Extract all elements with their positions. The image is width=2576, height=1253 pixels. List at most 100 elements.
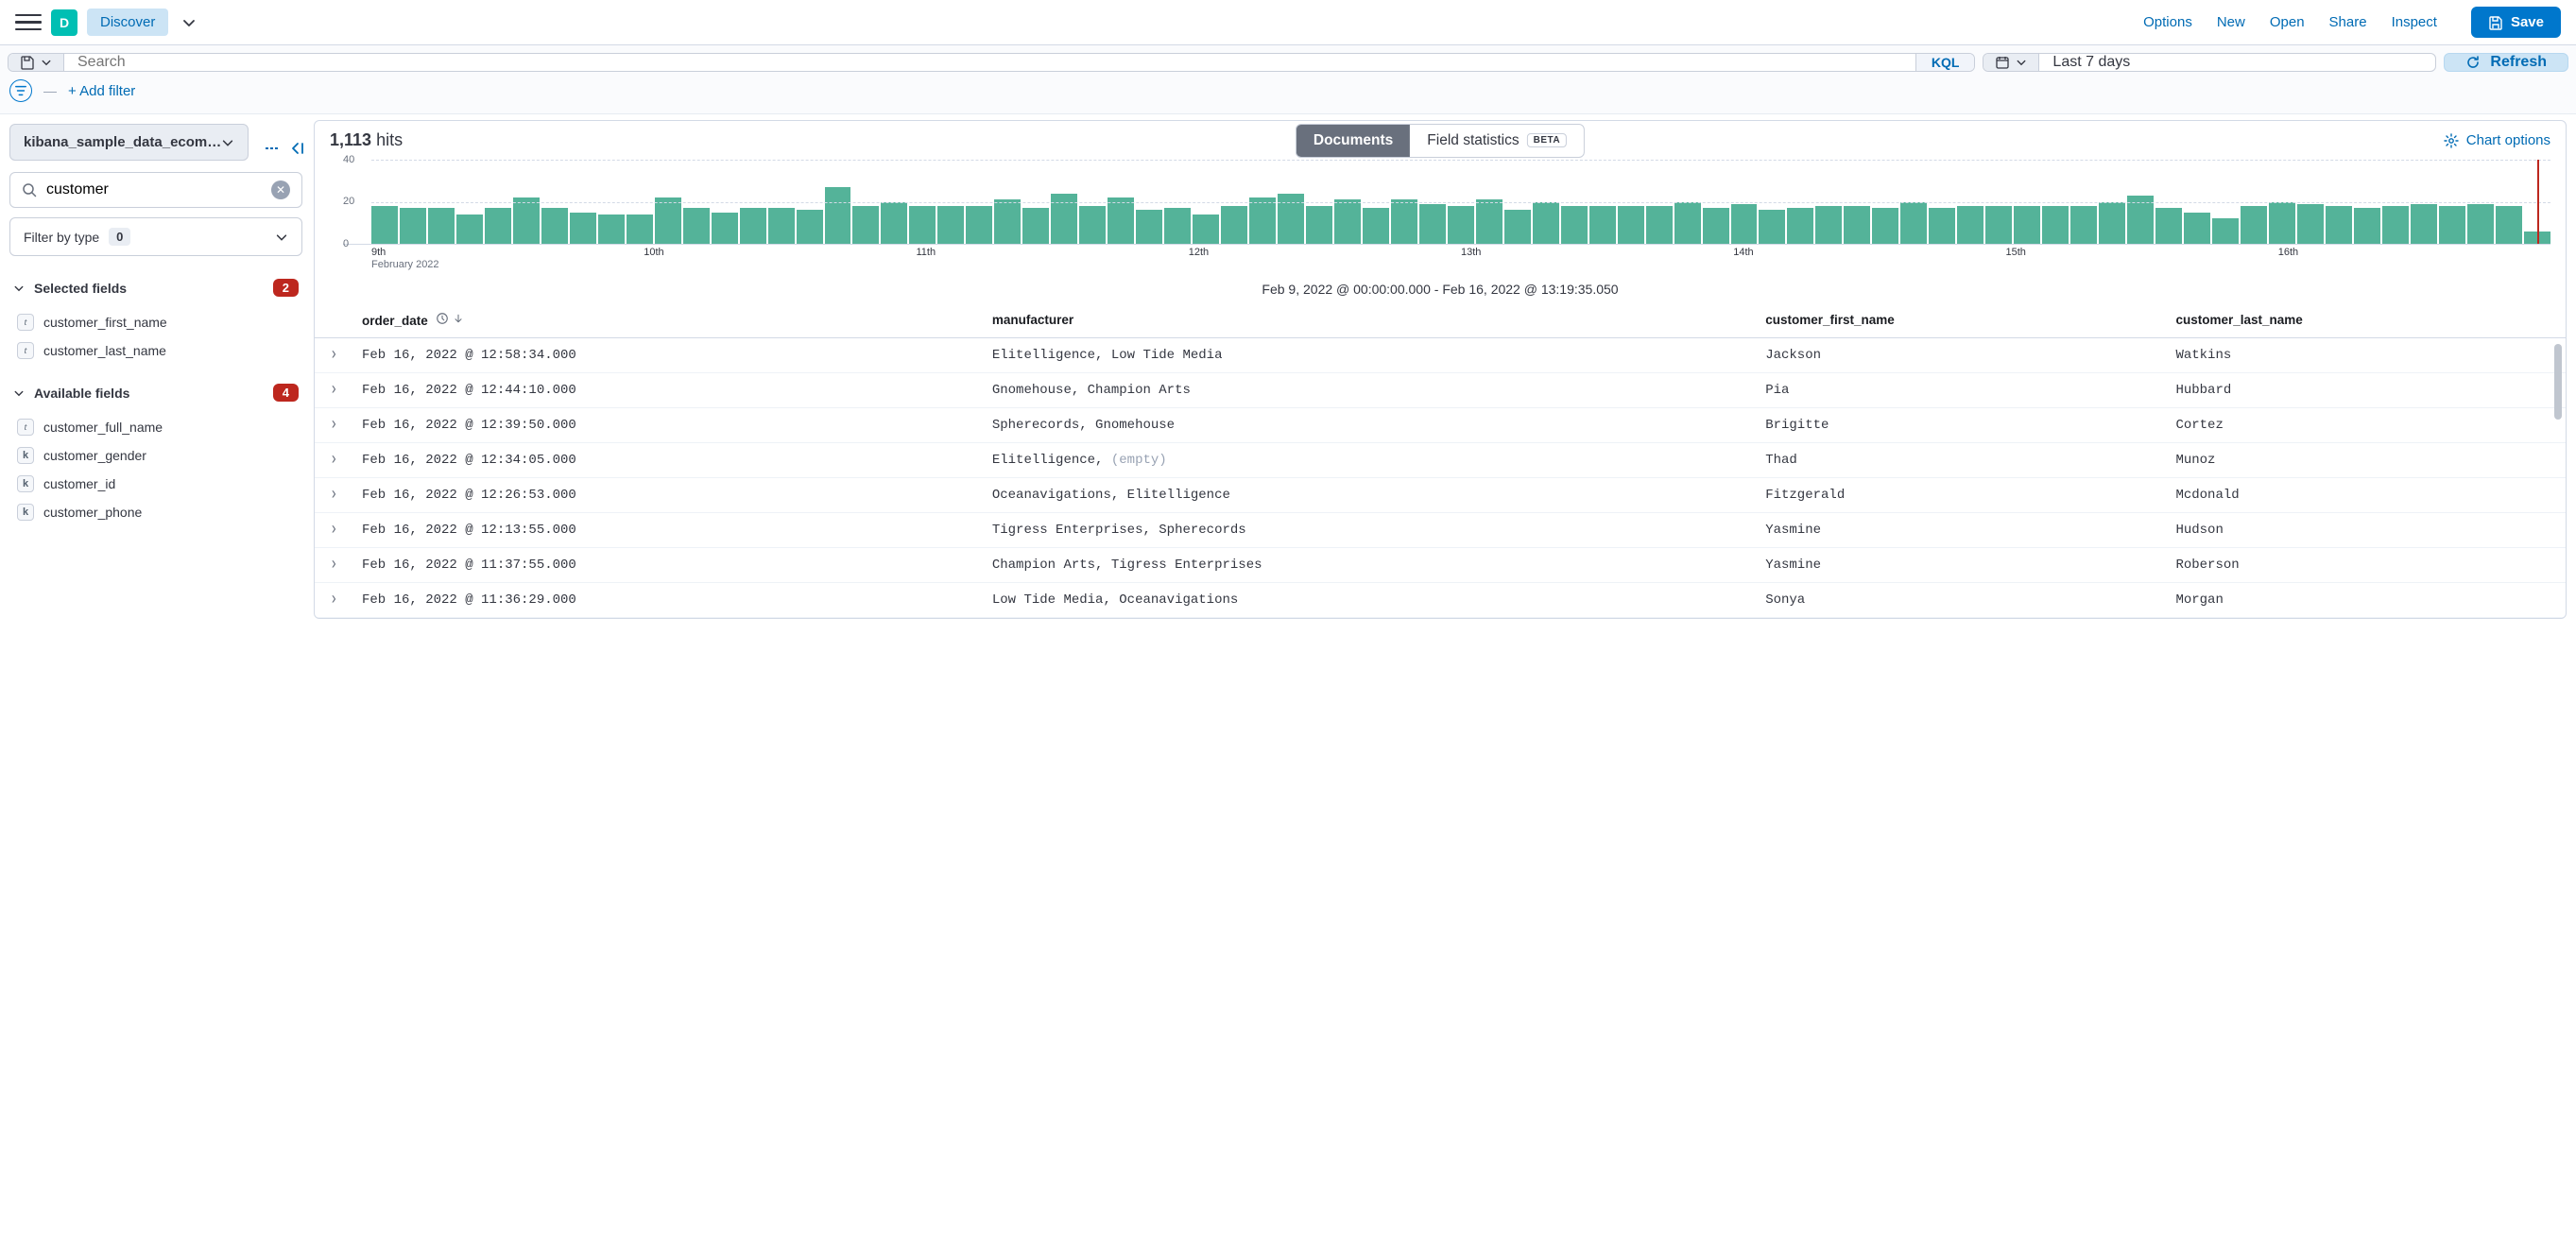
app-switcher-caret-icon[interactable] xyxy=(181,15,197,30)
expand-row-icon[interactable]: › xyxy=(330,381,337,401)
chart-options-button[interactable]: Chart options xyxy=(2444,132,2550,148)
histogram-bar[interactable] xyxy=(1759,210,1785,244)
field-item[interactable]: tcustomer_full_name xyxy=(9,413,302,441)
nav-toggle-icon[interactable] xyxy=(15,9,42,36)
filter-by-type[interactable]: Filter by type 0 xyxy=(9,217,302,256)
histogram-bar[interactable] xyxy=(1957,206,1984,244)
histogram-bar[interactable] xyxy=(712,213,738,244)
histogram-bar[interactable] xyxy=(1079,206,1106,244)
search-input[interactable] xyxy=(64,54,1915,71)
histogram-bar[interactable] xyxy=(655,197,681,244)
field-item[interactable]: kcustomer_id xyxy=(9,470,302,498)
histogram-bar[interactable] xyxy=(2269,202,2295,245)
histogram-bar[interactable] xyxy=(1900,202,1927,245)
inspect-link[interactable]: Inspect xyxy=(2392,14,2437,30)
histogram-bar[interactable] xyxy=(2127,196,2154,244)
histogram-bar[interactable] xyxy=(1419,204,1446,244)
histogram-bar[interactable] xyxy=(1731,204,1758,244)
histogram-bar[interactable] xyxy=(513,197,540,244)
field-item[interactable]: tcustomer_last_name xyxy=(9,336,302,365)
expand-row-icon[interactable]: › xyxy=(330,346,337,366)
histogram-bar[interactable] xyxy=(1533,202,1559,245)
histogram-chart[interactable]: 40 20 0 9th10th11th12th13th14th15th16th … xyxy=(315,160,2566,274)
histogram-bar[interactable] xyxy=(1476,199,1503,244)
histogram-bar[interactable] xyxy=(2439,206,2465,244)
scrollbar-thumb[interactable] xyxy=(2554,344,2562,420)
selected-fields-header[interactable]: Selected fields 2 xyxy=(9,273,302,302)
clear-search-icon[interactable]: ✕ xyxy=(271,180,290,199)
expand-row-icon[interactable]: › xyxy=(330,591,337,610)
histogram-bar[interactable] xyxy=(994,199,1021,244)
histogram-bar[interactable] xyxy=(768,208,795,244)
histogram-bar[interactable] xyxy=(683,208,710,244)
field-item[interactable]: kcustomer_phone xyxy=(9,498,302,526)
expand-row-icon[interactable]: › xyxy=(330,486,337,506)
histogram-bar[interactable] xyxy=(1448,206,1474,244)
histogram-bar[interactable] xyxy=(1334,199,1361,244)
histogram-bar[interactable] xyxy=(937,206,964,244)
histogram-bar[interactable] xyxy=(1589,206,1616,244)
histogram-bar[interactable] xyxy=(1787,208,1813,244)
histogram-bar[interactable] xyxy=(966,206,992,244)
histogram-bar[interactable] xyxy=(825,187,851,244)
histogram-bar[interactable] xyxy=(2042,206,2069,244)
histogram-bar[interactable] xyxy=(2382,206,2409,244)
tab-field-statistics[interactable]: Field statistics BETA xyxy=(1410,125,1584,157)
histogram-bar[interactable] xyxy=(1815,206,1842,244)
histogram-bar[interactable] xyxy=(2184,213,2210,244)
histogram-bar[interactable] xyxy=(2297,204,2324,244)
histogram-bar[interactable] xyxy=(1136,210,1162,244)
field-item[interactable]: tcustomer_first_name xyxy=(9,308,302,336)
histogram-bar[interactable] xyxy=(2014,206,2040,244)
histogram-bar[interactable] xyxy=(570,213,596,244)
histogram-bar[interactable] xyxy=(1164,208,1191,244)
filter-settings-icon[interactable] xyxy=(9,79,32,102)
histogram-bar[interactable] xyxy=(1674,202,1701,245)
histogram-bar[interactable] xyxy=(1561,206,1588,244)
histogram-bar[interactable] xyxy=(881,202,907,245)
histogram-bar[interactable] xyxy=(1193,215,1219,244)
refresh-button[interactable]: Refresh xyxy=(2444,53,2568,72)
col-order-date[interactable]: order_date xyxy=(347,302,977,338)
col-customer-last-name[interactable]: customer_last_name xyxy=(2160,302,2566,338)
field-item[interactable]: kcustomer_gender xyxy=(9,441,302,470)
open-link[interactable]: Open xyxy=(2270,14,2305,30)
histogram-bar[interactable] xyxy=(1929,208,1955,244)
data-view-selector[interactable]: kibana_sample_data_ecom… xyxy=(9,124,249,161)
histogram-bar[interactable] xyxy=(627,215,653,244)
histogram-bar[interactable] xyxy=(1703,208,1729,244)
date-picker-icon-group[interactable] xyxy=(1984,54,2039,71)
histogram-bar[interactable] xyxy=(852,206,879,244)
expand-row-icon[interactable]: › xyxy=(330,556,337,575)
histogram-bar[interactable] xyxy=(456,215,483,244)
histogram-bar[interactable] xyxy=(485,208,511,244)
query-language-toggle[interactable]: KQL xyxy=(1915,54,1975,71)
histogram-bar[interactable] xyxy=(541,208,568,244)
histogram-bar[interactable] xyxy=(1306,206,1332,244)
histogram-bar[interactable] xyxy=(371,206,398,244)
date-range-label[interactable]: Last 7 days xyxy=(2039,54,2435,71)
histogram-bar[interactable] xyxy=(1504,210,1531,244)
histogram-bar[interactable] xyxy=(2099,202,2125,245)
histogram-bar[interactable] xyxy=(909,206,936,244)
histogram-bar[interactable] xyxy=(2241,206,2267,244)
histogram-bar[interactable] xyxy=(598,215,625,244)
date-picker[interactable]: Last 7 days xyxy=(1983,53,2436,72)
available-fields-header[interactable]: Available fields 4 xyxy=(9,378,302,407)
app-name-chip[interactable]: Discover xyxy=(87,9,168,36)
field-stats-icon[interactable] xyxy=(264,140,281,157)
col-manufacturer[interactable]: manufacturer xyxy=(977,302,1750,338)
histogram-bar[interactable] xyxy=(2467,204,2494,244)
histogram-bar[interactable] xyxy=(1844,206,1870,244)
options-link[interactable]: Options xyxy=(2143,14,2192,30)
histogram-bar[interactable] xyxy=(2411,204,2437,244)
histogram-bar[interactable] xyxy=(740,208,766,244)
expand-row-icon[interactable]: › xyxy=(330,416,337,436)
histogram-bar[interactable] xyxy=(1108,197,1134,244)
histogram-bar[interactable] xyxy=(1646,206,1673,244)
histogram-bar[interactable] xyxy=(2496,206,2522,244)
histogram-bar[interactable] xyxy=(400,208,426,244)
histogram-bar[interactable] xyxy=(1221,206,1247,244)
histogram-bar[interactable] xyxy=(1249,197,1276,244)
tab-documents[interactable]: Documents xyxy=(1297,125,1410,157)
